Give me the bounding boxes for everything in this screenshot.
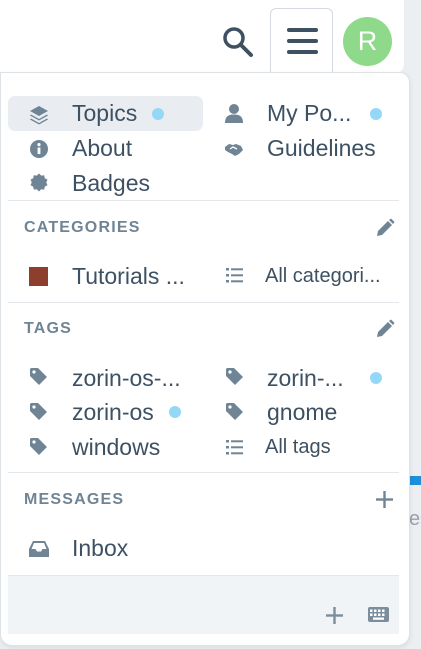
inbox-icon [29, 541, 49, 557]
category-label: Tutorials ... [72, 263, 185, 289]
menu-footer [8, 575, 399, 634]
menu-item-label: My Po... [267, 100, 352, 126]
site-header: R [0, 0, 404, 74]
menu-item-label: About [72, 135, 133, 161]
avatar[interactable]: R [343, 17, 392, 66]
edit-tags-pencil-icon[interactable] [375, 319, 395, 339]
tag-icon [30, 368, 47, 385]
all-categories-label: All categori... [265, 265, 381, 287]
tag-label: zorin-... [267, 365, 344, 391]
tag-icon [226, 368, 243, 385]
hamburger-menu-button[interactable] [270, 8, 333, 72]
menu-item-label: Inbox [72, 535, 129, 561]
background-text: es [409, 508, 421, 530]
tag-label: windows [72, 434, 161, 460]
tag-icon [30, 403, 47, 420]
tag-icon [30, 438, 47, 455]
tag-icon [226, 403, 243, 420]
plus-icon[interactable] [326, 607, 343, 624]
info-icon [30, 140, 48, 158]
new-message-plus-icon[interactable] [376, 491, 393, 508]
list-icon [226, 440, 243, 455]
unread-dot [370, 108, 382, 120]
user-icon [225, 104, 243, 123]
unread-dot [169, 406, 181, 418]
menu-item-label: Badges [72, 170, 151, 196]
keyboard-icon[interactable] [368, 607, 389, 622]
menu-item-label: Topics [72, 100, 138, 126]
all-tags-label: All tags [265, 436, 331, 458]
edit-categories-pencil-icon[interactable] [375, 218, 395, 238]
unread-dot [152, 108, 164, 120]
tag-label: zorin-os [72, 399, 154, 425]
divider [8, 200, 399, 201]
tags-section-title: TAGS [24, 320, 73, 337]
hamburger-icon [287, 28, 318, 54]
tag-label: zorin-os-... [72, 365, 181, 391]
search-icon[interactable] [220, 24, 254, 58]
divider [8, 302, 399, 303]
unread-dot [370, 372, 382, 384]
messages-section-title: MESSAGES [24, 491, 125, 508]
categories-section-title: CATEGORIES [24, 219, 141, 236]
tag-label: gnome [267, 399, 338, 425]
handshake-icon [225, 144, 243, 156]
background-accent-strip [410, 476, 421, 485]
list-icon [226, 268, 243, 283]
layers-icon [30, 106, 48, 125]
category-color-swatch [29, 267, 48, 286]
menu-item-label: Guidelines [267, 135, 376, 161]
divider [8, 472, 399, 473]
badge-icon [30, 173, 48, 192]
